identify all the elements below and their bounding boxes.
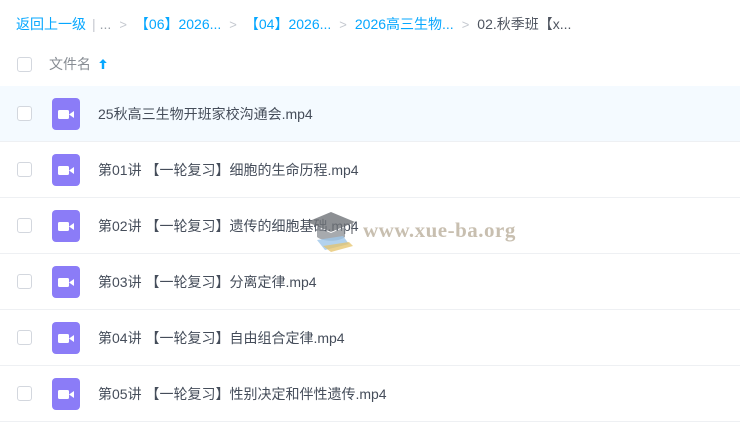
file-name[interactable]: 25秋高三生物开班家校沟通会.mp4 [98,104,313,124]
breadcrumb-current: 02.秋季班【x... [477,16,572,32]
row-checkbox[interactable] [17,162,32,177]
name-column-header[interactable]: 文件名 [49,54,108,74]
name-column-label: 文件名 [49,56,91,72]
breadcrumb-divider: | [92,16,96,32]
row-checkbox[interactable] [17,218,32,233]
breadcrumb-ellipsis[interactable]: ... [100,16,112,32]
chevron-right-icon: > [339,16,347,32]
file-name[interactable]: 第04讲 【一轮复习】自由组合定律.mp4 [98,328,345,348]
video-file-icon [52,153,80,186]
video-file-icon [52,321,80,354]
file-row[interactable]: 第04讲 【一轮复习】自由组合定律.mp4 [0,310,740,366]
breadcrumb-item[interactable]: 2026高三生物... [355,14,454,34]
file-name[interactable]: 第05讲 【一轮复习】性别决定和伴性遗传.mp4 [98,384,387,404]
list-header: 文件名 [0,46,740,82]
file-row[interactable]: 第01讲 【一轮复习】细胞的生命历程.mp4 [0,142,740,198]
file-name[interactable]: 第01讲 【一轮复习】细胞的生命历程.mp4 [98,160,359,180]
row-checkbox[interactable] [17,106,32,121]
file-name[interactable]: 第03讲 【一轮复习】分离定律.mp4 [98,272,317,292]
breadcrumb: 返回上一级 | ... > 【06】2026... > 【04】2026... … [16,14,571,34]
file-browser: 返回上一级 | ... > 【06】2026... > 【04】2026... … [0,0,740,432]
video-file-icon [52,377,80,410]
file-row[interactable]: 第02讲 【一轮复习】遗传的细胞基础.mp4 [0,198,740,254]
breadcrumb-item[interactable]: 【04】2026... [245,14,331,34]
chevron-right-icon: > [229,16,237,32]
arrow-up-icon [99,59,107,69]
select-all-checkbox[interactable] [17,56,32,72]
file-row[interactable]: 第03讲 【一轮复习】分离定律.mp4 [0,254,740,310]
back-link[interactable]: 返回上一级 [16,14,86,34]
chevron-right-icon: > [119,16,127,32]
row-checkbox[interactable] [17,386,32,401]
file-row[interactable]: 25秋高三生物开班家校沟通会.mp4 [0,86,740,142]
video-file-icon [52,97,80,130]
row-checkbox[interactable] [17,274,32,289]
chevron-right-icon: > [461,16,470,32]
file-list: 25秋高三生物开班家校沟通会.mp4 第01讲 【一轮复习】细胞的生命历程.mp… [0,86,740,422]
file-name[interactable]: 第02讲 【一轮复习】遗传的细胞基础.mp4 [98,216,359,236]
file-row[interactable]: 第05讲 【一轮复习】性别决定和伴性遗传.mp4 [0,366,740,422]
video-file-icon [52,265,80,298]
row-checkbox[interactable] [17,330,32,345]
breadcrumb-item[interactable]: 【06】2026... [135,14,221,34]
video-file-icon [52,209,80,242]
